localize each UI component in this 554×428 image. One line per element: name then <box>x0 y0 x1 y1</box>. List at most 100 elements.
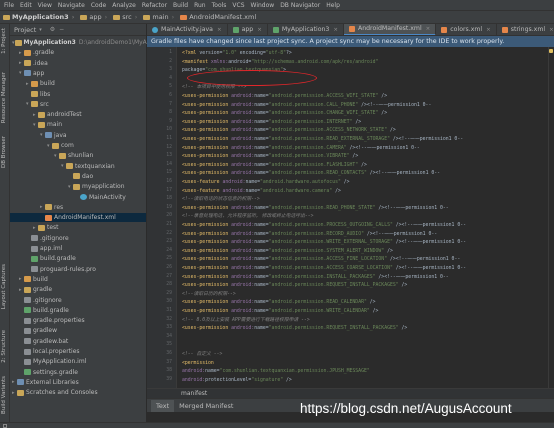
menu-db-navigator[interactable]: DB Navigator <box>280 2 320 9</box>
tree-node[interactable]: ▸ res <box>10 203 146 212</box>
tree-node[interactable]: ▸ .idea <box>10 59 146 68</box>
resource-manager-tool-tab[interactable]: Resource Manager <box>1 72 7 123</box>
editor-tab[interactable]: AndroidManifest.xml × <box>343 24 437 35</box>
editor-tab[interactable]: MainActivity.java × <box>147 24 228 35</box>
menu-analyze[interactable]: Analyze <box>112 2 136 9</box>
code-line: <?xml version="1.0" encoding="utf-8"?> <box>182 51 292 56</box>
tree-node[interactable]: ▸ build <box>10 79 146 88</box>
project-view-selector[interactable]: Project <box>14 26 36 34</box>
code-line: <!-- 自定义 --> <box>182 352 223 357</box>
editor-tab[interactable]: colors.xml × <box>436 24 497 35</box>
breadcrumb-manifest[interactable]: manifest <box>181 390 207 397</box>
editor-tab[interactable]: MyApplication3 × <box>268 24 344 35</box>
close-icon[interactable]: × <box>549 27 554 33</box>
menu-build[interactable]: Build <box>173 2 188 9</box>
tree-node[interactable]: ▾ main <box>10 120 146 129</box>
menu-refactor[interactable]: Refactor <box>142 2 167 9</box>
code-line: <permission <box>182 360 214 366</box>
chevron-down-icon[interactable]: ▾ <box>39 27 42 33</box>
tree-node[interactable]: .gitignore <box>10 234 146 243</box>
status-icon[interactable] <box>3 424 7 428</box>
breadcrumb-item[interactable]: main › <box>140 13 177 21</box>
editor-tab[interactable]: app × <box>228 24 268 35</box>
tree-node[interactable]: ▾ myapplication <box>10 182 146 191</box>
tree-node-label: External Libraries <box>26 378 79 386</box>
structure-tool-tab[interactable]: 2: Structure <box>1 330 7 363</box>
tree-node[interactable]: .gitignore <box>10 296 146 305</box>
tree-node[interactable]: proguard-rules.pro <box>10 265 146 274</box>
tree-node[interactable]: ▾ app <box>10 69 146 78</box>
menu-code[interactable]: Code <box>91 2 106 9</box>
code-editor[interactable]: 1 2 3 4 5 6 7 8 9 10 11 12 13 14 15 16 17 18 19 20 21 22 23 24 2… <box>147 47 554 388</box>
tree-node[interactable]: ▸ Scratches and Consoles <box>10 388 146 397</box>
line-number: 34 <box>166 333 172 339</box>
tree-node[interactable]: ▸ test <box>10 223 146 232</box>
editor-tab[interactable]: strings.xml × <box>497 24 554 35</box>
warning-marker-icon[interactable] <box>549 49 553 53</box>
db-browser-tool-tab[interactable]: DB Browser <box>1 136 7 168</box>
breadcrumb-item[interactable]: MyApplication3 › <box>0 13 77 21</box>
breadcrumb-item[interactable]: app › <box>77 13 110 21</box>
tab-merged-manifest[interactable]: Merged Manifest <box>174 400 238 412</box>
tree-node[interactable]: settings.gradle <box>10 368 146 377</box>
close-icon[interactable]: × <box>333 27 338 33</box>
line-number: 23 <box>166 239 172 245</box>
tree-node[interactable]: MainActivity <box>10 193 146 202</box>
editor-tab-bar: MainActivity.java × app × MyApplication3 × And… <box>147 24 554 36</box>
tree-node[interactable]: ▸ androidTest <box>10 110 146 119</box>
breadcrumb-item[interactable]: src › <box>110 13 140 21</box>
line-number: 24 <box>166 247 172 253</box>
close-icon[interactable]: × <box>486 27 491 33</box>
tree-node[interactable]: ▾ com <box>10 141 146 150</box>
tree-node[interactable]: build.gradle <box>10 306 146 315</box>
project-tool-tab[interactable]: 1: Project <box>1 28 7 54</box>
editor-scrollbar[interactable] <box>548 47 554 388</box>
breadcrumb-item[interactable]: AndroidManifest.xml <box>177 13 259 21</box>
tree-node[interactable]: dao <box>10 172 146 181</box>
close-icon[interactable]: × <box>257 27 262 33</box>
tree-node[interactable]: gradle.properties <box>10 316 146 325</box>
build-variants-tool-tab[interactable]: Build Variants <box>1 376 7 414</box>
tree-node[interactable]: ▸ External Libraries <box>10 378 146 387</box>
tree-node[interactable]: ▾ java <box>10 131 146 140</box>
menu-window[interactable]: Window <box>251 2 275 9</box>
code-line: <uses-permission android:name="android.p… <box>182 326 408 332</box>
close-icon[interactable]: × <box>217 27 222 33</box>
tree-node[interactable]: ▾ textquanxian <box>10 162 146 171</box>
tree-node[interactable]: ▸ gradle <box>10 285 146 294</box>
tree-node[interactable]: MyApplication.iml <box>10 357 146 366</box>
tree-node-label: app.iml <box>40 245 63 252</box>
menu-help[interactable]: Help <box>326 2 340 9</box>
tree-node[interactable]: gradlew.bat <box>10 337 146 346</box>
tree-node[interactable]: build.gradle <box>10 254 146 263</box>
code-line: <uses-permission android:name="android.p… <box>182 240 466 246</box>
chevron-right-icon: › <box>104 13 108 21</box>
tree-node[interactable]: ▸ .gradle <box>10 48 146 57</box>
code-line: <uses-permission android:name="android.p… <box>182 300 376 306</box>
tree-node[interactable]: gradlew <box>10 326 146 335</box>
tree-node[interactable]: app.iml <box>10 244 146 253</box>
tree-node[interactable]: ▾ MyApplication3 D:\androidDemo1\MyApp <box>10 38 154 47</box>
tree-node-label: .idea <box>33 59 48 67</box>
tree-node[interactable]: AndroidManifest.xml <box>10 213 146 223</box>
tab-text[interactable]: Text <box>151 399 175 412</box>
close-icon[interactable]: × <box>426 26 431 32</box>
collapse-icon[interactable]: − <box>59 26 64 33</box>
menu-vcs[interactable]: VCS <box>232 2 244 9</box>
menu-file[interactable]: File <box>4 2 14 9</box>
tree-node[interactable]: ▸ build <box>10 275 146 284</box>
tree-node[interactable]: libs <box>10 90 146 99</box>
menu-navigate[interactable]: Navigate <box>58 2 85 9</box>
tree-node[interactable]: local.properties <box>10 347 146 356</box>
menu-tools[interactable]: Tools <box>212 2 227 9</box>
menu-edit[interactable]: Edit <box>20 2 32 9</box>
tree-node-label: app <box>33 69 45 77</box>
tree-node-label: build <box>40 80 55 88</box>
menu-run[interactable]: Run <box>194 2 206 9</box>
layout-captures-tool-tab[interactable]: Layout Captures <box>1 264 7 309</box>
menu-view[interactable]: View <box>38 2 52 9</box>
tree-node[interactable]: ▾ src <box>10 100 146 109</box>
tree-node-label: settings.gradle <box>33 368 78 376</box>
tree-node[interactable]: ▾ shunlian <box>10 151 146 160</box>
gear-icon[interactable]: ⚙ <box>50 26 55 33</box>
